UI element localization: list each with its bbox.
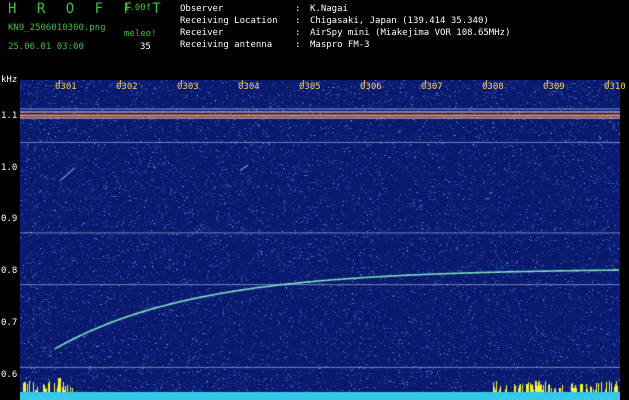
- header-panel: H R O F F T 1.00f KN9_2506010300.png mel…: [0, 0, 629, 80]
- x-tick-label: 0304: [238, 82, 260, 92]
- x-tick-label: 0306: [360, 82, 382, 92]
- y-tick-label: 1.0: [1, 162, 18, 173]
- y-tick-label: 0.9: [1, 214, 18, 225]
- y-tick-label: 0.7: [1, 317, 18, 328]
- info-antenna: Receiving antenna : Maspro FM-3: [180, 39, 620, 51]
- x-tick-label: 0309: [543, 82, 565, 92]
- x-tick-label: 0308: [482, 82, 504, 92]
- x-tick-label: 0307: [421, 82, 443, 92]
- info-label: Receiving Location: [180, 16, 278, 26]
- info-observer: Observer : K.Nagai: [180, 3, 620, 15]
- info-value: Chigasaki, Japan (139.414 35.340): [310, 16, 489, 26]
- y-tick-label: 0.6: [1, 369, 18, 380]
- y-axis-bar: [0, 80, 20, 400]
- mode-label: meleo!: [124, 29, 157, 39]
- info-label: Observer: [180, 4, 224, 14]
- filename-label: KN9_2506010300.png: [8, 23, 106, 33]
- y-tick-label: 1.1: [1, 111, 18, 122]
- x-tick-label: 0310: [604, 82, 626, 92]
- info-sep: :: [295, 28, 301, 38]
- info-value: AirSpy mini (Miakejima VOR 108.65MHz): [310, 28, 511, 38]
- datetime-label: 25.06.01 03:00: [8, 42, 84, 52]
- info-location: Receiving Location : Chigasaki, Japan (1…: [180, 15, 620, 27]
- y-tick-label: 0.8: [1, 266, 18, 277]
- info-receiver: Receiver : AirSpy mini (Miakejima VOR 10…: [180, 27, 620, 39]
- y-axis-unit: kHz: [1, 75, 18, 85]
- version-label: 1.00f: [124, 3, 152, 13]
- info-sep: :: [295, 4, 301, 14]
- info-value: Maspro FM-3: [310, 40, 370, 50]
- info-sep: :: [295, 16, 301, 26]
- info-value: K.Nagai: [310, 4, 348, 14]
- x-tick-label: 0303: [177, 82, 199, 92]
- spectrogram-plot: [20, 80, 620, 400]
- info-sep: :: [295, 40, 301, 50]
- info-label: Receiver: [180, 28, 224, 38]
- count-label: 35: [140, 42, 151, 52]
- x-tick-label: 0301: [55, 82, 77, 92]
- spectrogram-canvas: [20, 80, 620, 400]
- x-tick-label: 0305: [299, 82, 321, 92]
- x-tick-label: 0302: [116, 82, 138, 92]
- right-margin: [620, 80, 629, 400]
- info-label: Receiving antenna: [180, 40, 273, 50]
